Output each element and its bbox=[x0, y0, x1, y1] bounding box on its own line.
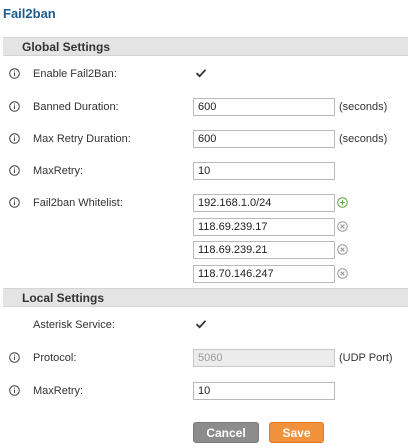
x-circle-icon[interactable] bbox=[337, 268, 348, 279]
cancel-button[interactable]: Cancel bbox=[193, 422, 259, 443]
max-retry-duration-row: Max Retry Duration: (seconds) bbox=[0, 129, 408, 149]
global-settings-header: Global Settings bbox=[3, 37, 408, 56]
asterisk-service-checkbox[interactable] bbox=[195, 318, 207, 330]
asterisk-service-row: Asterisk Service: bbox=[0, 315, 408, 335]
info-icon[interactable] bbox=[9, 101, 20, 112]
max-retry-label: MaxRetry: bbox=[33, 165, 84, 177]
checkmark-icon bbox=[195, 320, 207, 329]
max-retry-input[interactable] bbox=[193, 162, 335, 180]
whitelist-entry-input[interactable] bbox=[193, 265, 335, 283]
protocol-label: Protocol: bbox=[33, 352, 77, 364]
local-settings-header: Local Settings bbox=[3, 288, 408, 307]
asterisk-service-label: Asterisk Service: bbox=[33, 319, 115, 331]
info-icon[interactable] bbox=[9, 352, 20, 363]
local-settings-title: Local Settings bbox=[22, 291, 105, 305]
info-icon[interactable] bbox=[9, 133, 20, 144]
whitelist-label: Fail2ban Whitelist: bbox=[33, 197, 123, 209]
protocol-row: Protocol: (UDP Port) bbox=[0, 348, 408, 368]
info-icon[interactable] bbox=[9, 165, 20, 176]
max-retry-row: MaxRetry: bbox=[0, 161, 408, 181]
local-max-retry-label: MaxRetry: bbox=[33, 385, 84, 397]
whitelist-row: Fail2ban Whitelist: bbox=[0, 193, 408, 288]
local-max-retry-input[interactable] bbox=[193, 382, 335, 400]
whitelist-entry-input[interactable] bbox=[193, 241, 335, 259]
max-retry-duration-label: Max Retry Duration: bbox=[33, 133, 131, 145]
max-retry-duration-unit: (seconds) bbox=[339, 133, 388, 145]
banned-duration-label: Banned Duration: bbox=[33, 101, 119, 113]
info-icon[interactable] bbox=[9, 68, 20, 79]
banned-duration-row: Banned Duration: (seconds) bbox=[0, 97, 408, 117]
protocol-unit: (UDP Port) bbox=[339, 352, 393, 364]
enable-fail2ban-checkbox[interactable] bbox=[195, 67, 207, 79]
save-button[interactable]: Save bbox=[269, 422, 324, 443]
global-settings-title: Global Settings bbox=[22, 40, 111, 54]
x-circle-icon[interactable] bbox=[337, 221, 348, 232]
enable-fail2ban-label: Enable Fail2Ban: bbox=[33, 68, 117, 80]
whitelist-entry-input[interactable] bbox=[193, 194, 335, 212]
max-retry-duration-input[interactable] bbox=[193, 130, 335, 148]
banned-duration-input[interactable] bbox=[193, 98, 335, 116]
enable-fail2ban-row: Enable Fail2Ban: bbox=[0, 64, 408, 84]
plus-circle-icon[interactable] bbox=[337, 197, 348, 208]
checkmark-icon bbox=[195, 69, 207, 78]
x-circle-icon[interactable] bbox=[337, 244, 348, 255]
info-icon[interactable] bbox=[9, 197, 20, 208]
local-max-retry-row: MaxRetry: bbox=[0, 381, 408, 401]
page-title: Fail2ban bbox=[3, 6, 56, 21]
banned-duration-unit: (seconds) bbox=[339, 101, 388, 113]
info-icon[interactable] bbox=[9, 385, 20, 396]
whitelist-entry-input[interactable] bbox=[193, 218, 335, 236]
protocol-port-input bbox=[193, 349, 335, 367]
